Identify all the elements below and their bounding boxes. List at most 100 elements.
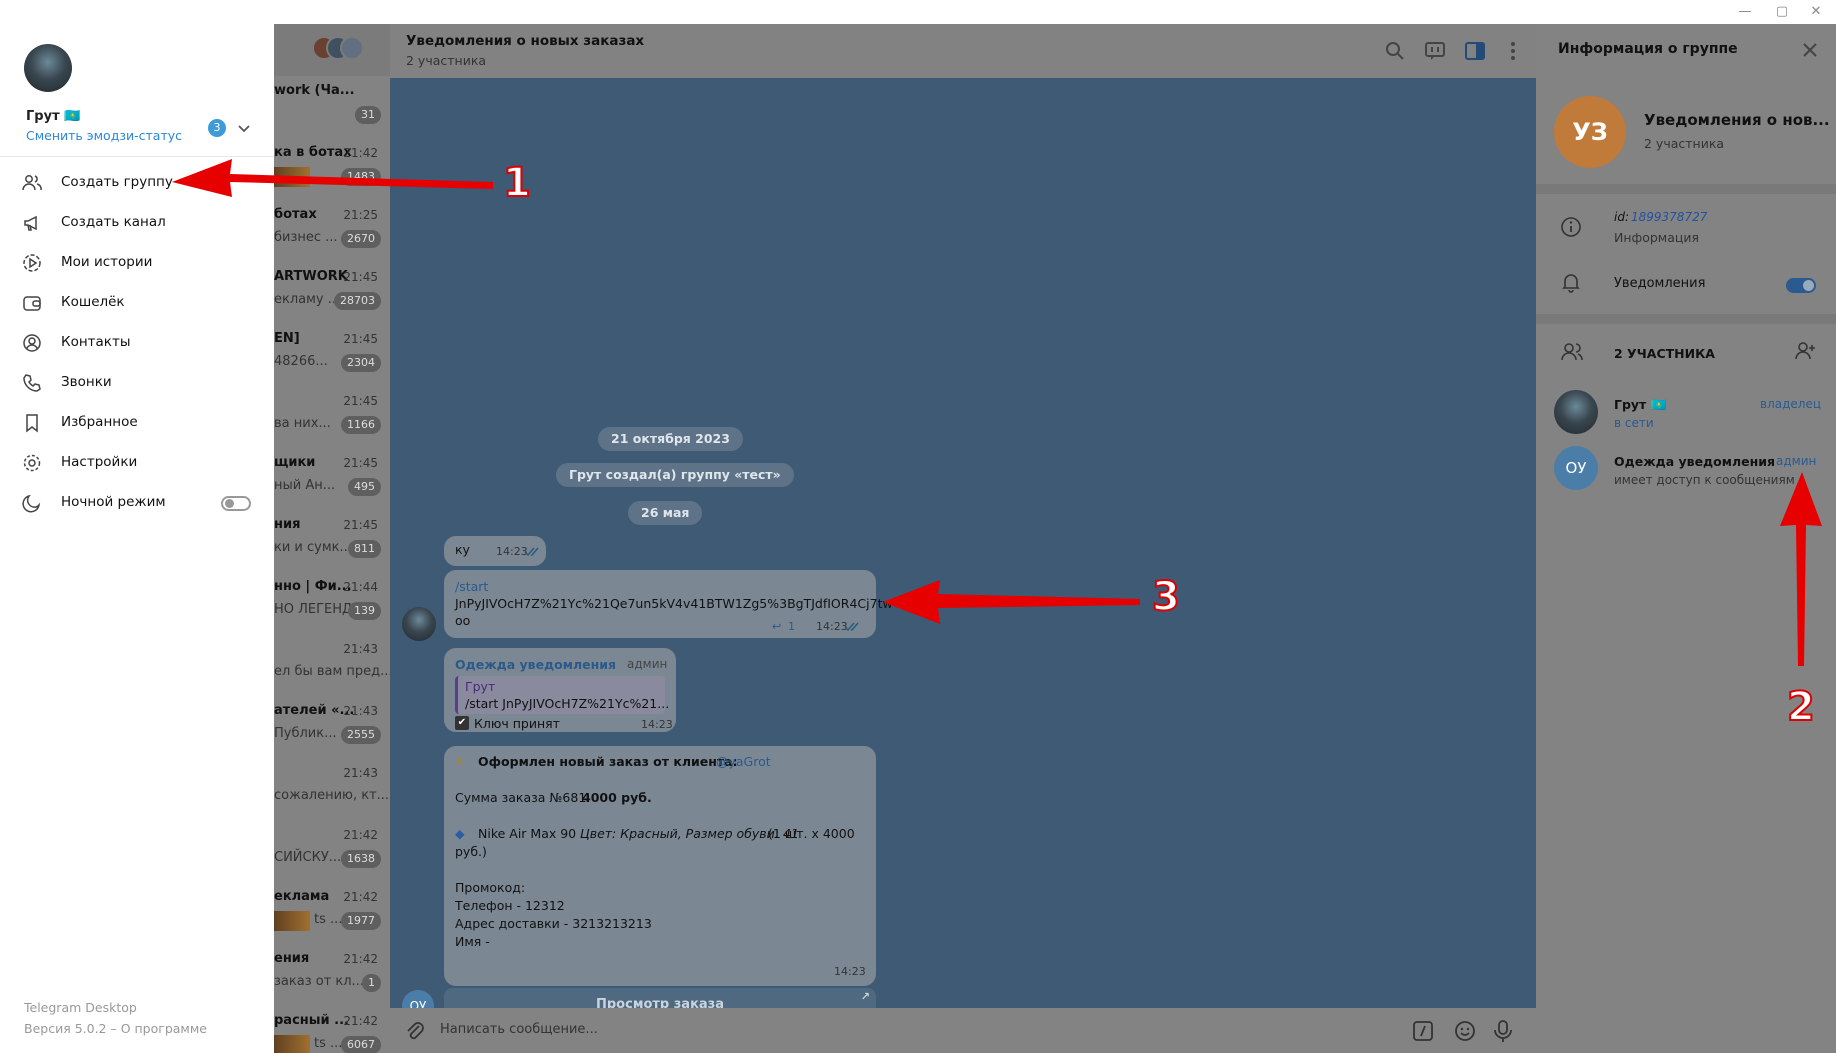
message-text: oo — [455, 613, 471, 628]
chat-time: 21:42 — [343, 828, 378, 842]
member-row[interactable]: Грут 🇰🇿 в сети владелец — [1536, 388, 1836, 436]
chat-preview: ва них... — [274, 416, 331, 431]
chat-list-item[interactable]: ения 21:42 заказ от кл... 1 — [274, 944, 390, 1006]
microphone-icon[interactable] — [1492, 1019, 1514, 1043]
group-id[interactable]: 1899378727 — [1631, 210, 1707, 224]
menu-item-my-stories[interactable]: Мои истории — [0, 244, 274, 282]
chat-list-item[interactable]: ния 21:45 ки и сумк... 811 — [274, 510, 390, 572]
unread-badge: 1166 — [341, 416, 381, 434]
unread-badge: 6067 — [341, 1036, 381, 1053]
reply-arrow-icon[interactable]: ↩ — [772, 620, 781, 633]
change-emoji-status-link[interactable]: Сменить эмодзи-статус — [26, 128, 182, 143]
media-thumbnail — [274, 1035, 310, 1053]
menu-item-label: Создать канал — [61, 214, 166, 230]
chat-name: щики — [274, 455, 316, 470]
video-chat-icon[interactable] — [1424, 40, 1446, 62]
unread-badge: 2670 — [341, 230, 381, 248]
chat-list-item[interactable]: work (Ча... 31 — [274, 76, 390, 138]
annotation-label-2: 2 — [1786, 683, 1816, 731]
message-bubble[interactable]: ⚡ Оформлен новый заказ от клиента: @yaGr… — [444, 746, 876, 986]
chat-time: 21:45 — [343, 518, 378, 532]
unread-badge: 2304 — [341, 354, 381, 372]
chat-preview: Публик... — [274, 726, 337, 741]
annotation-arrow-1 — [172, 159, 493, 197]
chat-name: ARTWORK — [274, 269, 348, 284]
night-mode-toggle[interactable] — [221, 496, 251, 511]
chat-list-item[interactable]: еклама 21:42 ts ... 1977 — [274, 882, 390, 944]
maximize-icon[interactable]: ▢ — [1773, 3, 1791, 21]
close-window-icon[interactable]: ✕ — [1807, 3, 1825, 21]
emoji-icon[interactable] — [1454, 1020, 1476, 1042]
chat-list-item[interactable]: нно | Фи... 21:44 НО ЛЕГЕНД... 139 — [274, 572, 390, 634]
menu-item-label: Ночной режим — [61, 494, 166, 510]
menu-item-settings[interactable]: Настройки — [0, 444, 274, 482]
diamond-icon: ◆ — [455, 826, 465, 841]
more-icon[interactable] — [1502, 40, 1524, 62]
chat-preview: ts ... — [314, 1036, 343, 1051]
add-member-icon[interactable] — [1793, 340, 1817, 362]
menu-item-wallet[interactable]: Кошелёк — [0, 284, 274, 322]
menu-item-night-mode[interactable]: Ночной режим — [0, 484, 274, 522]
reply-quote[interactable]: Грут /start JnPyJIVOcH7Z%21Yc%21... — [455, 676, 669, 714]
message-author[interactable]: Одежда уведомления — [455, 657, 616, 672]
menu-item-contacts[interactable]: Контакты — [0, 324, 274, 362]
chat-list-item[interactable]: EN] 21:45 48266... 2304 — [274, 324, 390, 386]
quote-author: Грут — [465, 679, 496, 694]
chat-list-item[interactable]: 21:43 сожалению, кт... — [274, 758, 390, 820]
message-input[interactable]: Написать сообщение... — [440, 1022, 598, 1037]
group-avatar[interactable]: УЗ — [1554, 96, 1626, 168]
message-bubble[interactable]: Одежда уведомления админ Грут /start JnP… — [444, 648, 676, 732]
minimize-icon[interactable]: — — [1736, 3, 1754, 21]
chat-title[interactable]: Уведомления о новых заказах — [406, 33, 644, 49]
phone-line: Телефон - 12312 — [455, 898, 565, 913]
close-icon[interactable] — [1800, 40, 1820, 60]
message-bubble[interactable]: ку 14:23 — [444, 536, 546, 566]
chat-name: расный ... — [274, 1013, 349, 1028]
menu-item-saved[interactable]: Избранное — [0, 404, 274, 442]
chat-time: 21:43 — [343, 642, 378, 656]
chat-time: 21:43 — [343, 704, 378, 718]
search-icon[interactable] — [1384, 40, 1406, 62]
date-separator: 21 октября 2023 — [598, 427, 743, 451]
chat-list-item[interactable]: ателей «... 21:43 Публик... 2555 — [274, 696, 390, 758]
notifications-toggle[interactable] — [1786, 278, 1816, 293]
item-qty: (1 шт. x 4000 — [768, 826, 855, 841]
attach-icon[interactable] — [404, 1020, 426, 1042]
checkbox-icon: ✔ — [455, 716, 469, 730]
app-version-link[interactable]: Версия 5.0.2 – О программе — [24, 1021, 207, 1036]
chat-time: 21:45 — [343, 332, 378, 346]
sidebar-toggle-icon[interactable] — [1464, 40, 1486, 62]
read-tick-icon — [524, 547, 539, 557]
member-status: имеет доступ к сообщениям — [1614, 473, 1795, 487]
chat-preview: сожалению, кт... — [274, 788, 390, 803]
mention-link[interactable]: @yaGrot — [716, 754, 771, 769]
chat-list-item[interactable]: 21:42 СИЙСКУ... 1638 — [274, 820, 390, 882]
contact-icon — [23, 334, 41, 352]
menu-item-calls[interactable]: Звонки — [0, 364, 274, 402]
read-tick-icon — [844, 622, 859, 632]
chat-list-item[interactable]: 21:45 ва них... 1166 — [274, 386, 390, 448]
replies-count[interactable]: 1 — [788, 620, 795, 633]
chat-list-item[interactable]: щики 21:45 ный Ан... 495 — [274, 448, 390, 510]
divider — [1536, 314, 1836, 324]
message-bubble[interactable]: /start JnPyJIVOcH7Z%21Yc%21Qe7un5kV4v41B… — [444, 570, 893, 638]
notifications-label: Уведомления — [1614, 276, 1706, 291]
chevron-down-icon[interactable] — [236, 120, 252, 136]
order-sum-value: 4000 руб. — [582, 790, 652, 805]
bot-command-link[interactable]: /start — [455, 579, 488, 594]
chat-list-item[interactable]: расный ... 21:42 ts ... 6067 — [274, 1006, 390, 1053]
sender-avatar[interactable] — [402, 607, 436, 641]
user-avatar[interactable] — [24, 44, 72, 92]
group-member-count: 2 участника — [1644, 136, 1725, 151]
stories-icon — [23, 254, 41, 272]
chat-preview: ный Ан... — [274, 478, 336, 493]
menu-item-label: Настройки — [61, 454, 138, 470]
story-avatar[interactable] — [340, 36, 364, 60]
chat-preview: СИЙСКУ... — [274, 850, 342, 865]
chat-list-item[interactable]: ARTWORK 21:45 екламу ... 28703 — [274, 262, 390, 324]
unread-badge: 139 — [348, 602, 381, 620]
bot-commands-icon[interactable] — [1412, 1020, 1434, 1042]
message-text: Ключ принят — [474, 716, 560, 731]
chat-header[interactable]: Уведомления о новых заказах 2 участника — [390, 24, 1536, 78]
chat-list-item[interactable]: 21:43 ел бы вам пред... — [274, 634, 390, 696]
